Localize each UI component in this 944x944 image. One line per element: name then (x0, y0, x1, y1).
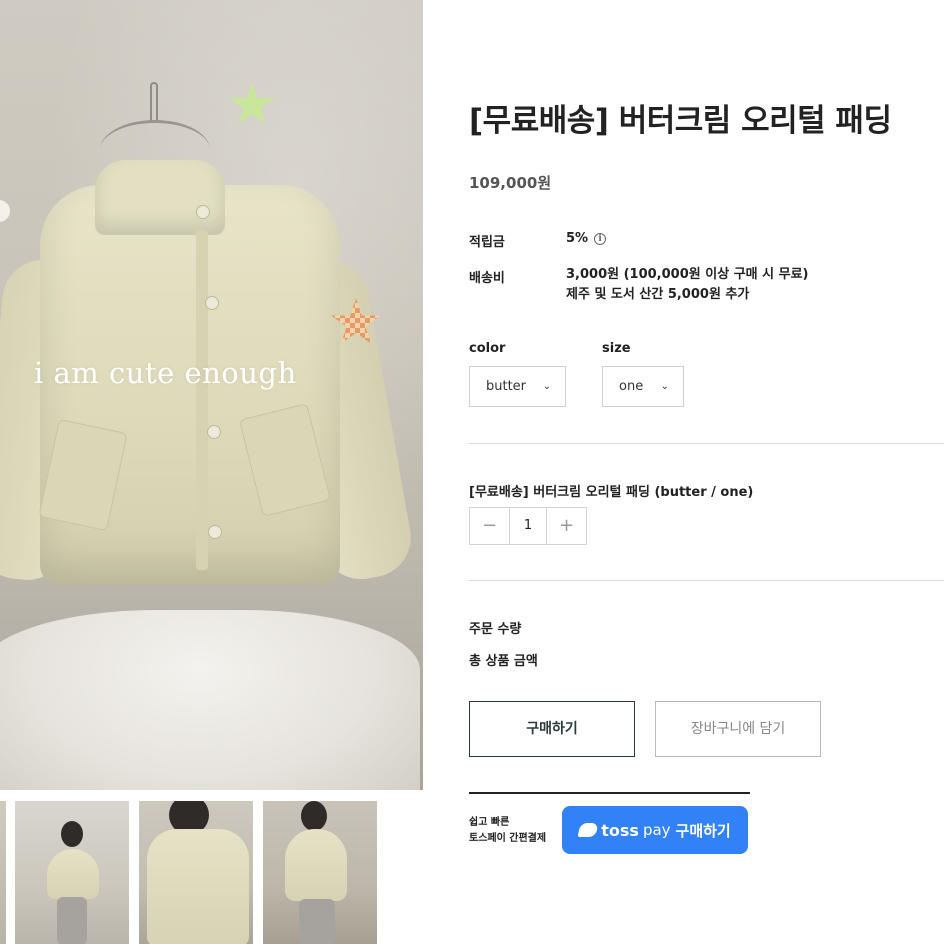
jacket-button (196, 205, 210, 219)
toss-pay-text: pay (642, 821, 671, 839)
toss-caption: 쉽고 빠른 토스페이 간편결제 (469, 815, 546, 847)
chevron-down-icon: ⌄ (542, 381, 551, 392)
toss-logo-icon (577, 823, 599, 837)
increase-quantity-button[interactable]: + (547, 508, 586, 544)
thumbnail-3[interactable] (139, 801, 253, 944)
total-price-label: 총 상품 금액 (469, 654, 538, 669)
shipping-extra-text: 제주 및 도서 산간 5,000원 추가 (566, 287, 750, 302)
toss-caption-line1: 쉽고 빠른 (469, 817, 510, 828)
quantity-input[interactable]: 1 (509, 508, 547, 544)
thumbnail-jacket (147, 829, 249, 944)
order-quantity-label: 주문 수량 (469, 622, 522, 637)
thumbnail-model-head (61, 821, 83, 847)
jacket-collar (95, 160, 225, 235)
size-select[interactable]: one ⌄ (602, 366, 684, 407)
toss-brand-text: toss (601, 820, 639, 840)
color-option-label: color (469, 341, 506, 356)
add-to-cart-button[interactable]: 장바구니에 담기 (655, 701, 821, 757)
photo-bedding (0, 610, 420, 790)
photo-caption: i am cute enough (34, 356, 297, 390)
thumbnail-jacket (47, 849, 99, 899)
toss-caption-line2: 토스페이 간편결제 (469, 833, 547, 844)
toss-section-divider (469, 792, 750, 794)
chevron-down-icon: ⌄ (660, 381, 669, 392)
product-price: 109,000원 (469, 174, 552, 192)
main-product-photo: i am cute enough (0, 0, 423, 790)
jacket-button (208, 525, 222, 539)
thumbnail-pants (299, 899, 335, 944)
thumbnail-1[interactable] (0, 801, 6, 944)
shipping-fee-text: 3,000원 (100,000원 이상 구매 시 무료) (566, 267, 809, 282)
points-value: 5% (566, 231, 589, 246)
color-selected-value: butter (486, 379, 527, 394)
hanger-hook (150, 82, 158, 122)
thumbnail-model-head (301, 801, 327, 831)
decrease-quantity-button[interactable]: − (470, 508, 509, 544)
color-select[interactable]: butter ⌄ (469, 366, 566, 407)
toss-pay-button-label: 구매하기 (675, 821, 731, 840)
size-selected-value: one (619, 379, 644, 394)
selected-item-name: [무료배송] 버터크림 오리털 패딩 (butter / one) (469, 485, 754, 500)
info-icon[interactable]: i (594, 232, 607, 245)
quantity-stepper: − 1 + (469, 507, 587, 545)
buy-now-button[interactable]: 구매하기 (469, 701, 635, 757)
points-label: 적립금 (469, 235, 505, 250)
thumbnail-jacket (285, 829, 347, 901)
divider (469, 580, 944, 581)
jacket-button (207, 425, 221, 439)
product-title: [무료배송] 버터크림 오리털 패딩 (469, 103, 892, 139)
jacket-placket (196, 230, 208, 570)
points-value-row: 5% i (566, 229, 607, 249)
divider (469, 443, 944, 444)
thumbnail-pants (57, 897, 87, 944)
shipping-label: 배송비 (469, 271, 505, 286)
toss-pay-button[interactable]: toss pay 구매하기 (562, 806, 748, 854)
jacket-button (205, 296, 219, 310)
shipping-info: 3,000원 (100,000원 이상 구매 시 무료) 제주 및 도서 산간 … (566, 265, 808, 305)
size-option-label: size (602, 341, 631, 356)
thumbnail-4[interactable] (263, 801, 377, 944)
thumbnail-2[interactable] (15, 801, 129, 944)
